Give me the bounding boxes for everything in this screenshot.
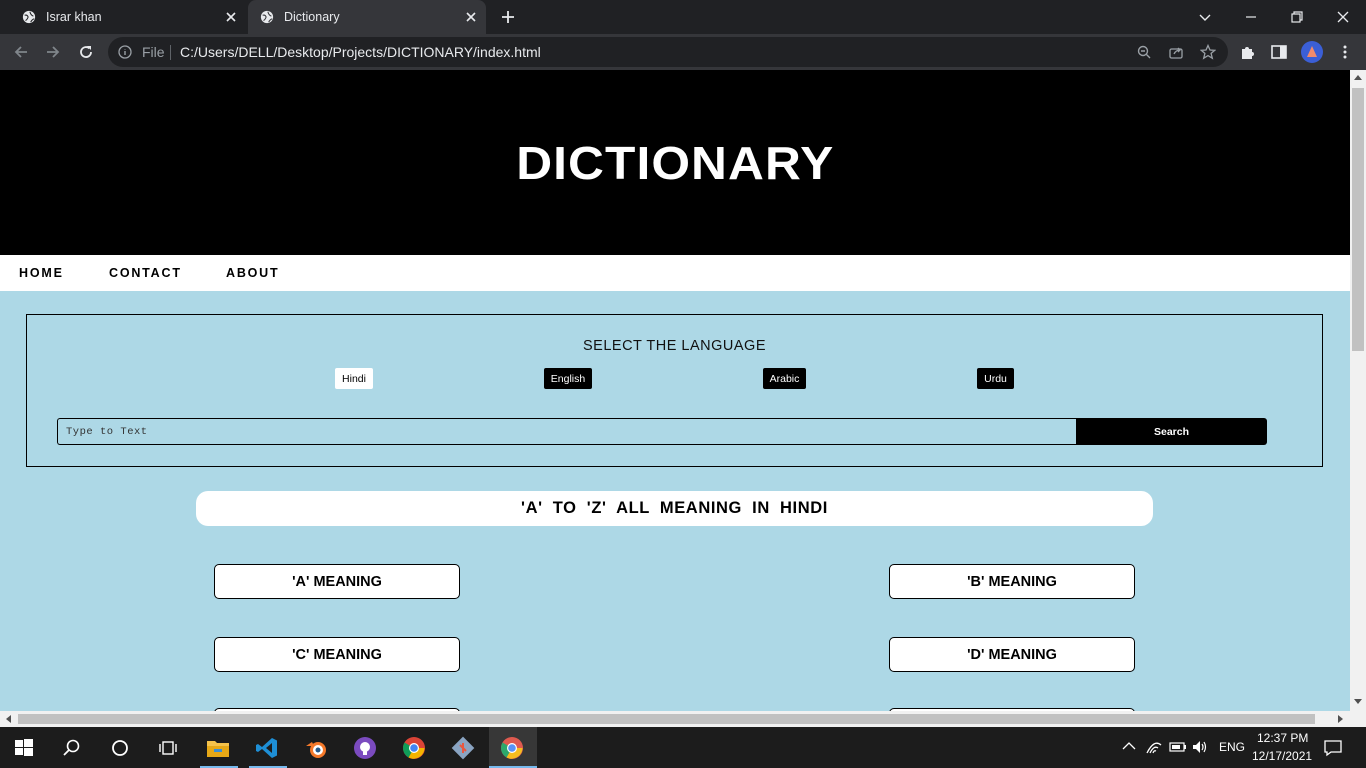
notification-center-icon[interactable] (1324, 739, 1342, 757)
search-button[interactable]: Search (1076, 418, 1267, 445)
browser-tab-bar: Israr khan Dictionary (0, 0, 1366, 34)
page-viewport: DICTIONARY HOME CONTACT ABOUT SELECT THE… (0, 70, 1350, 711)
b-meaning-button[interactable]: 'B' MEANING (889, 564, 1135, 599)
minimize-icon[interactable] (1242, 8, 1260, 26)
close-window-icon[interactable] (1334, 8, 1352, 26)
language-indicator[interactable]: ENG (1219, 740, 1245, 754)
vertical-scroll-thumb[interactable] (1352, 88, 1364, 351)
file-explorer-icon[interactable] (205, 735, 231, 761)
task-view-icon[interactable] (155, 735, 181, 761)
language-selector-panel: SELECT THE LANGUAGE Hindi English Arabic… (26, 314, 1323, 467)
new-tab-icon[interactable] (500, 9, 516, 25)
site-nav: HOME CONTACT ABOUT (0, 255, 1350, 291)
close-tab-icon[interactable] (464, 10, 478, 24)
c-meaning-button[interactable]: 'C' MEANING (214, 637, 460, 672)
share-icon[interactable] (1168, 44, 1184, 60)
nav-home-link[interactable]: HOME (19, 266, 64, 280)
site-title: DICTIONARY (515, 136, 835, 189)
tab-title: Israr khan (46, 10, 102, 24)
language-english-button[interactable]: English (544, 368, 592, 389)
chrome-icon[interactable] (401, 735, 427, 761)
globe-icon (22, 10, 36, 24)
cortana-icon[interactable] (107, 735, 133, 761)
tab-israr-khan[interactable]: Israr khan (8, 0, 246, 34)
nav-about-link[interactable]: ABOUT (226, 266, 279, 280)
horizontal-scroll-thumb[interactable] (18, 714, 1315, 724)
battery-icon[interactable] (1169, 741, 1187, 753)
meanings-banner: 'A' TO 'Z' ALL MEANING IN HINDI (196, 491, 1153, 526)
language-arabic-button[interactable]: Arabic (763, 368, 806, 389)
tray-chevron-up-icon[interactable] (1122, 741, 1136, 751)
a-meaning-button[interactable]: 'A' MEANING (214, 564, 460, 599)
git-icon[interactable] (450, 735, 476, 761)
language-heading: SELECT THE LANGUAGE (582, 338, 767, 354)
zoom-icon[interactable] (1136, 44, 1152, 60)
back-arrow-icon[interactable] (12, 43, 30, 61)
url-text[interactable]: C:/Users/DELL/Desktop/Projects/DICTIONAR… (180, 44, 541, 60)
volume-icon[interactable] (1192, 740, 1210, 754)
start-icon[interactable] (11, 735, 37, 761)
tab-search-chevron-icon[interactable] (1196, 8, 1214, 26)
tab-dictionary[interactable]: Dictionary (248, 0, 486, 34)
github-desktop-icon[interactable] (352, 735, 378, 761)
side-panel-icon[interactable] (1270, 43, 1288, 61)
clock-date[interactable]: 12/17/2021 (1252, 749, 1312, 763)
d-meaning-button[interactable]: 'D' MEANING (889, 637, 1135, 672)
profile-avatar[interactable] (1301, 41, 1323, 63)
wifi-icon[interactable] (1146, 740, 1162, 754)
scroll-right-icon[interactable] (1338, 715, 1344, 723)
extensions-puzzle-icon[interactable] (1239, 43, 1257, 61)
reload-icon[interactable] (77, 43, 95, 61)
clock-time[interactable]: 12:37 PM (1257, 731, 1308, 745)
close-tab-icon[interactable] (224, 10, 238, 24)
vscode-icon[interactable] (254, 735, 280, 761)
forward-arrow-icon[interactable] (44, 43, 62, 61)
nav-contact-link[interactable]: CONTACT (109, 266, 182, 280)
tab-title: Dictionary (284, 10, 340, 24)
info-icon[interactable] (118, 45, 132, 59)
restore-icon[interactable] (1288, 8, 1306, 26)
omnibox-divider (170, 45, 171, 60)
scroll-down-icon[interactable] (1354, 699, 1362, 705)
horizontal-scrollbar[interactable] (0, 711, 1366, 727)
more-menu-icon[interactable] (1336, 43, 1354, 61)
language-urdu-button[interactable]: Urdu (977, 368, 1014, 389)
search-icon[interactable] (59, 735, 85, 761)
scheme-label: File (142, 44, 165, 60)
language-hindi-button[interactable]: Hindi (335, 368, 373, 389)
blender-icon[interactable] (303, 735, 329, 761)
scroll-left-icon[interactable] (5, 715, 11, 723)
avatar-icon (1307, 46, 1317, 57)
vertical-scrollbar[interactable] (1350, 70, 1366, 711)
windows-taskbar: ENG 12:37 PM 12/17/2021 (0, 727, 1366, 768)
site-header: DICTIONARY (0, 70, 1350, 255)
bookmark-star-icon[interactable] (1200, 44, 1216, 60)
chrome-active-highlight (489, 727, 537, 768)
browser-toolbar: File C:/Users/DELL/Desktop/Projects/DICT… (0, 34, 1366, 70)
globe-icon (260, 10, 274, 24)
address-bar[interactable]: File C:/Users/DELL/Desktop/Projects/DICT… (108, 37, 1228, 67)
search-input[interactable] (57, 418, 1077, 445)
scroll-up-icon[interactable] (1354, 74, 1362, 80)
